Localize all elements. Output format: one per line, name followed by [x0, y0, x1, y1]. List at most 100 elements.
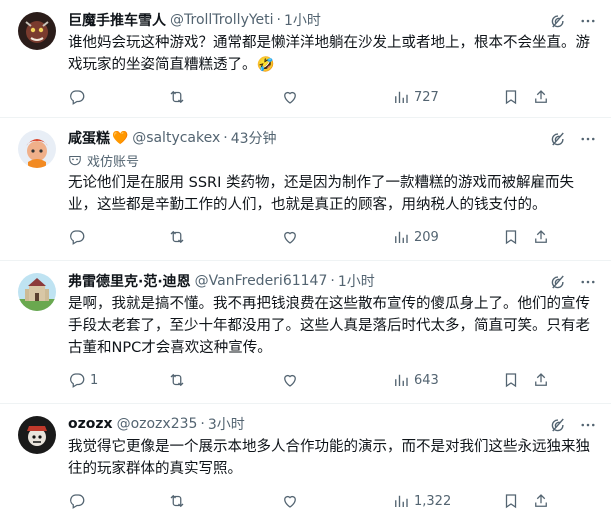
repost-button[interactable]	[168, 492, 281, 510]
repost-button[interactable]	[168, 88, 281, 106]
like-button[interactable]	[281, 88, 392, 106]
bookmark-button[interactable]	[502, 88, 532, 106]
mask-icon	[69, 155, 81, 166]
more-options-icon[interactable]	[579, 12, 597, 30]
heart-icon	[284, 495, 296, 508]
name-badge-heart: 🧡	[112, 130, 129, 146]
share-icon	[535, 230, 547, 243]
post[interactable]: 咸蛋糕 🧡 @saltycakex · 43分钟 戏仿账号 无论他们是在服用 S…	[0, 118, 611, 261]
reply-button[interactable]	[68, 88, 168, 106]
user-handle[interactable]: @saltycakex	[132, 130, 220, 146]
reply-icon	[70, 230, 85, 245]
action-bar: 1,322	[68, 488, 599, 514]
views-count: 727	[414, 89, 439, 105]
like-button[interactable]	[281, 228, 392, 246]
post-time[interactable]: 43分钟	[231, 128, 277, 148]
avatar[interactable]	[18, 12, 56, 50]
share-button[interactable]	[532, 228, 552, 246]
separator-dot: ·	[200, 416, 205, 432]
repost-button[interactable]	[168, 228, 281, 246]
share-icon	[535, 494, 547, 507]
reply-icon	[70, 373, 85, 388]
bookmark-button[interactable]	[502, 371, 532, 389]
action-bar: 1 643	[68, 367, 599, 393]
avatar[interactable]	[18, 273, 56, 311]
views-count: 643	[414, 372, 439, 388]
views-count: 1,322	[414, 493, 452, 509]
avatar[interactable]	[18, 416, 56, 454]
action-bar: 209	[68, 224, 599, 250]
repost-icon	[170, 230, 184, 244]
views-icon	[395, 231, 408, 243]
bookmark-icon	[505, 494, 517, 509]
post[interactable]: 弗雷德里克·范·迪恩 @VanFrederi61147 · 1小时 是啊，我就是…	[0, 261, 611, 404]
post-header: 弗雷德里克·范·迪恩 @VanFrederi61147 · 1小时	[68, 271, 599, 291]
grok-icon[interactable]	[549, 416, 567, 434]
heart-icon	[284, 231, 296, 244]
bookmark-button[interactable]	[502, 228, 532, 246]
grok-icon[interactable]	[549, 12, 567, 30]
post-text: 谁他妈会玩这种游戏？通常都是懒洋洋地躺在沙发上或者地上，根本不会坐直。游戏玩家的…	[68, 35, 590, 73]
like-button[interactable]	[281, 371, 392, 389]
display-name[interactable]: ozozx	[68, 416, 113, 432]
reply-button[interactable]	[68, 492, 168, 510]
post-time[interactable]: 1小时	[284, 10, 321, 30]
parody-label-text: 戏仿账号	[87, 154, 140, 170]
share-button[interactable]	[532, 371, 552, 389]
views-button[interactable]: 209	[392, 228, 502, 246]
more-options-icon[interactable]	[579, 273, 597, 291]
repost-button[interactable]	[168, 371, 281, 389]
reply-icon	[70, 494, 85, 509]
views-button[interactable]: 727	[392, 88, 502, 106]
avatar[interactable]	[18, 130, 56, 168]
views-icon	[395, 374, 408, 386]
views-button[interactable]: 643	[392, 371, 502, 389]
reply-feed: 巨魔手推车雪人 @TrollTrollyYeti · 1小时 谁他妈会玩这种游戏…	[0, 0, 611, 526]
reply-button[interactable]	[68, 228, 168, 246]
post-time[interactable]: 3小时	[208, 414, 245, 434]
separator-dot: ·	[223, 130, 228, 146]
views-count: 209	[414, 229, 439, 245]
action-bar: 727	[68, 84, 599, 110]
separator-dot: ·	[330, 273, 335, 289]
like-button[interactable]	[281, 492, 392, 510]
reply-icon	[70, 90, 85, 105]
post-header-icons	[549, 273, 597, 291]
views-icon	[395, 495, 408, 507]
post-header-icons	[549, 130, 597, 148]
post[interactable]: ozozx @ozozx235 · 3小时 我觉得它更像是一个展示本地多人合作功…	[0, 404, 611, 526]
share-button[interactable]	[532, 492, 552, 510]
reply-button[interactable]: 1	[68, 371, 168, 389]
grok-icon[interactable]	[549, 130, 567, 148]
more-options-icon[interactable]	[579, 130, 597, 148]
share-button[interactable]	[532, 88, 552, 106]
more-options-icon[interactable]	[579, 416, 597, 434]
views-icon	[395, 91, 408, 103]
bookmark-icon	[505, 230, 517, 245]
share-icon	[535, 90, 547, 103]
user-handle[interactable]: @ozozx235	[117, 416, 198, 432]
display-name[interactable]: 咸蛋糕	[68, 128, 110, 148]
post-text: 无论他们是在服用 SSRI 类药物，还是因为制作了一款糟糕的游戏而被解雇而失业，…	[68, 175, 574, 213]
views-button[interactable]: 1,322	[392, 492, 502, 510]
user-handle[interactable]: @TrollTrollyYeti	[170, 12, 274, 28]
user-handle[interactable]: @VanFrederi61147	[195, 273, 328, 289]
bookmark-button[interactable]	[502, 492, 532, 510]
post-header: ozozx @ozozx235 · 3小时	[68, 414, 599, 434]
grok-icon[interactable]	[549, 273, 567, 291]
post-header: 巨魔手推车雪人 @TrollTrollyYeti · 1小时	[68, 10, 599, 30]
post-header-icons	[549, 416, 597, 434]
separator-dot: ·	[276, 12, 281, 28]
display-name[interactable]: 弗雷德里克·范·迪恩	[68, 271, 191, 291]
share-icon	[535, 373, 547, 386]
heart-icon	[284, 91, 296, 104]
post-time[interactable]: 1小时	[338, 271, 375, 291]
bookmark-icon	[505, 90, 517, 105]
reply-count: 1	[90, 372, 99, 388]
post[interactable]: 巨魔手推车雪人 @TrollTrollyYeti · 1小时 谁他妈会玩这种游戏…	[0, 0, 611, 118]
repost-icon	[170, 494, 184, 508]
post-header-icons	[549, 12, 597, 30]
repost-icon	[170, 90, 184, 104]
post-header: 咸蛋糕 🧡 @saltycakex · 43分钟	[68, 128, 599, 148]
display-name[interactable]: 巨魔手推车雪人	[68, 10, 166, 30]
